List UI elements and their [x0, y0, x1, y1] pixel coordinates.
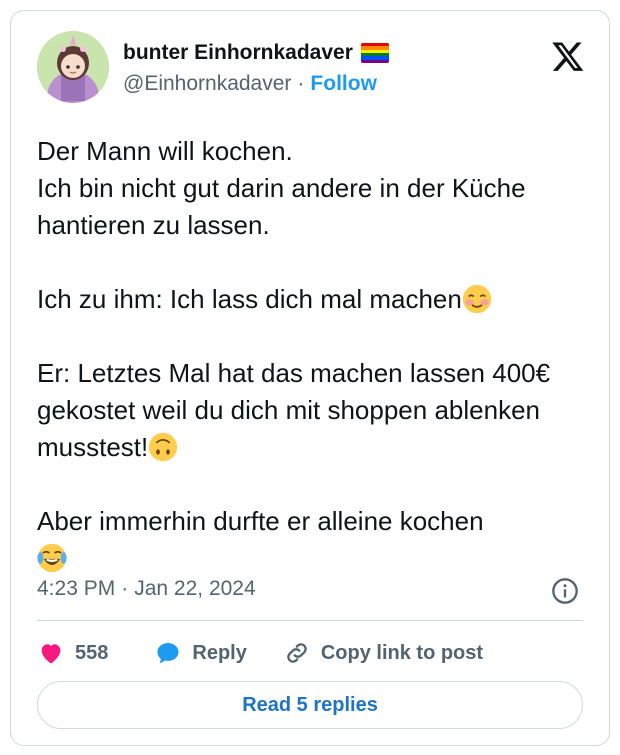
like-count: 558 [75, 641, 109, 664]
reply-label: Reply [192, 641, 247, 664]
tweet-header: bunter Einhornkadaver @Einhornkadaver · … [37, 31, 585, 103]
heart-icon [41, 644, 61, 664]
read-replies-button[interactable]: Read 5 replies [37, 681, 583, 729]
x-logo-icon[interactable] [551, 39, 585, 73]
handle-row: @Einhornkadaver · Follow [123, 72, 377, 96]
smiling-face-icon [462, 284, 492, 314]
name-row: bunter Einhornkadaver [123, 41, 389, 65]
separator-dot: · [121, 577, 129, 600]
separator-dot: · [297, 72, 305, 95]
reply-button[interactable]: Reply [154, 639, 247, 667]
upside-down-face-icon [149, 432, 178, 462]
follow-button[interactable]: Follow [310, 72, 377, 96]
avatar-image [37, 31, 109, 103]
post-time[interactable]: 4:23 PM [37, 577, 115, 601]
tweet-card: bunter Einhornkadaver @Einhornkadaver · … [10, 10, 610, 746]
tweet-text: Der Mann will kochen. Ich bin nicht gut … [37, 133, 597, 577]
reply-bubble-icon [157, 643, 179, 664]
copy-link-button[interactable]: Copy link to post [283, 639, 483, 667]
read-replies-label: Read 5 replies [242, 693, 378, 716]
display-name[interactable]: bunter Einhornkadaver [123, 41, 353, 65]
user-handle[interactable]: @Einhornkadaver [123, 72, 291, 96]
action-bar: 558 Reply Copy link to post [37, 635, 483, 671]
tweet-meta: 4:23 PM · Jan 22, 2024 [37, 577, 256, 601]
rainbow-flag-icon [360, 43, 389, 63]
divider [37, 620, 583, 621]
tweet-text-part-2: Er: Letztes Mal hat das machen lassen 40… [37, 358, 551, 462]
copy-link-label: Copy link to post [320, 641, 484, 664]
like-button[interactable]: 558 [37, 639, 108, 667]
tears-of-joy-icon [37, 543, 67, 573]
link-icon [287, 643, 307, 663]
avatar[interactable] [37, 31, 109, 103]
tweet-text-part-1: Der Mann will kochen. Ich bin nicht gut … [37, 136, 526, 314]
info-icon[interactable] [551, 577, 579, 605]
post-date[interactable]: Jan 22, 2024 [134, 577, 255, 601]
tweet-text-part-3: Aber immerhin durfte er alleine kochen [37, 506, 484, 536]
